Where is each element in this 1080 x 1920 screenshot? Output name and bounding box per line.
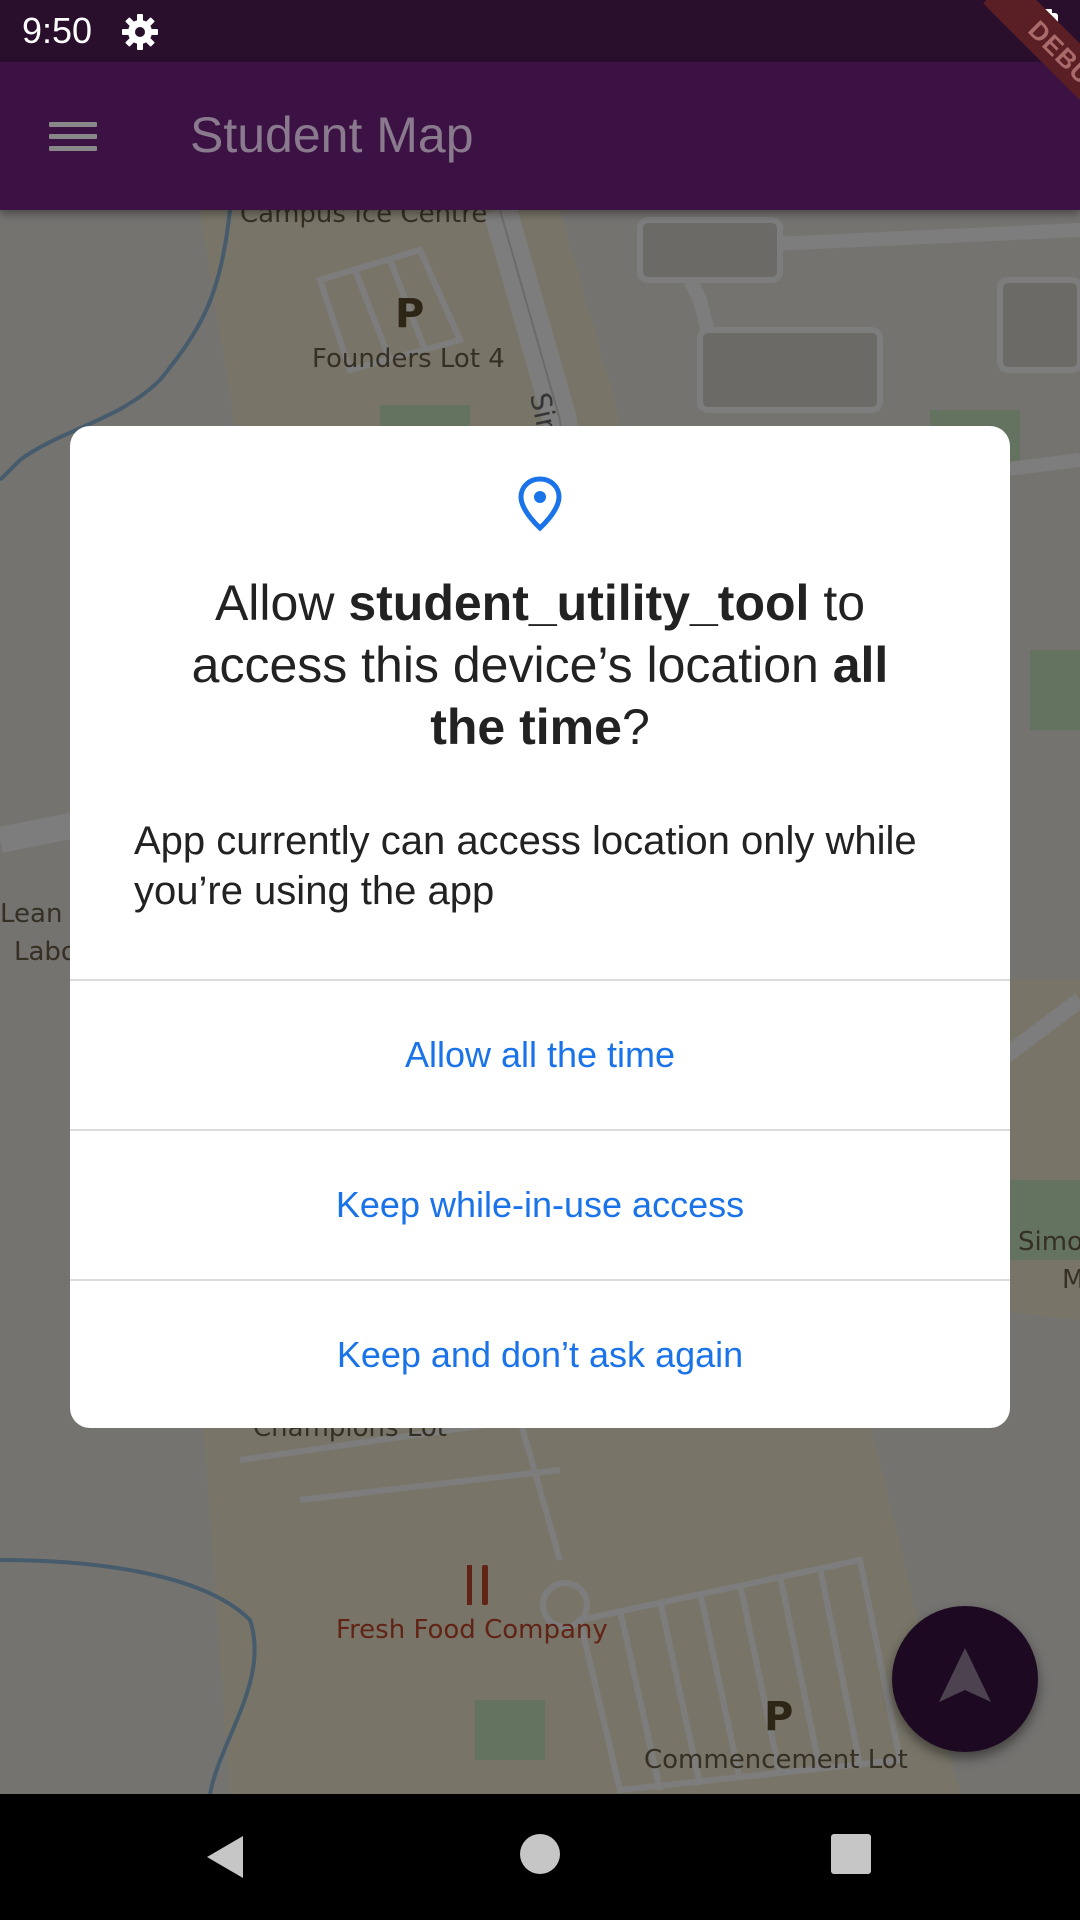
status-time: 9:50 bbox=[22, 10, 93, 51]
status-bar: 9:50 bbox=[0, 0, 1080, 62]
location-pin-icon bbox=[518, 476, 562, 532]
app-title: Student Map bbox=[190, 107, 474, 163]
dialog-message: App currently can access location only w… bbox=[134, 819, 917, 913]
screen: Campus Ice Centre Founders Lot 4 Lean E … bbox=[0, 0, 1080, 1920]
recents-icon[interactable] bbox=[831, 1834, 871, 1874]
app-bar: Student Map bbox=[0, 62, 1080, 210]
keep-while-in-use-button[interactable]: Keep while-in-use access bbox=[70, 1131, 1010, 1279]
home-icon[interactable] bbox=[520, 1834, 560, 1874]
menu-button[interactable] bbox=[36, 104, 100, 168]
app-name: student_utility_tool bbox=[348, 575, 810, 631]
dialog-title: Allow student_utility_tool to access thi… bbox=[191, 575, 889, 755]
system-nav-bar bbox=[0, 1794, 1080, 1920]
back-icon[interactable] bbox=[205, 1834, 245, 1880]
keep-dont-ask-again-button[interactable]: Keep and don’t ask again bbox=[70, 1281, 1010, 1428]
allow-all-the-time-button[interactable]: Allow all the time bbox=[70, 981, 1010, 1129]
menu-icon bbox=[49, 122, 97, 127]
gear-icon bbox=[122, 14, 158, 50]
permission-dialog: Allow student_utility_tool to access thi… bbox=[70, 426, 1010, 1428]
